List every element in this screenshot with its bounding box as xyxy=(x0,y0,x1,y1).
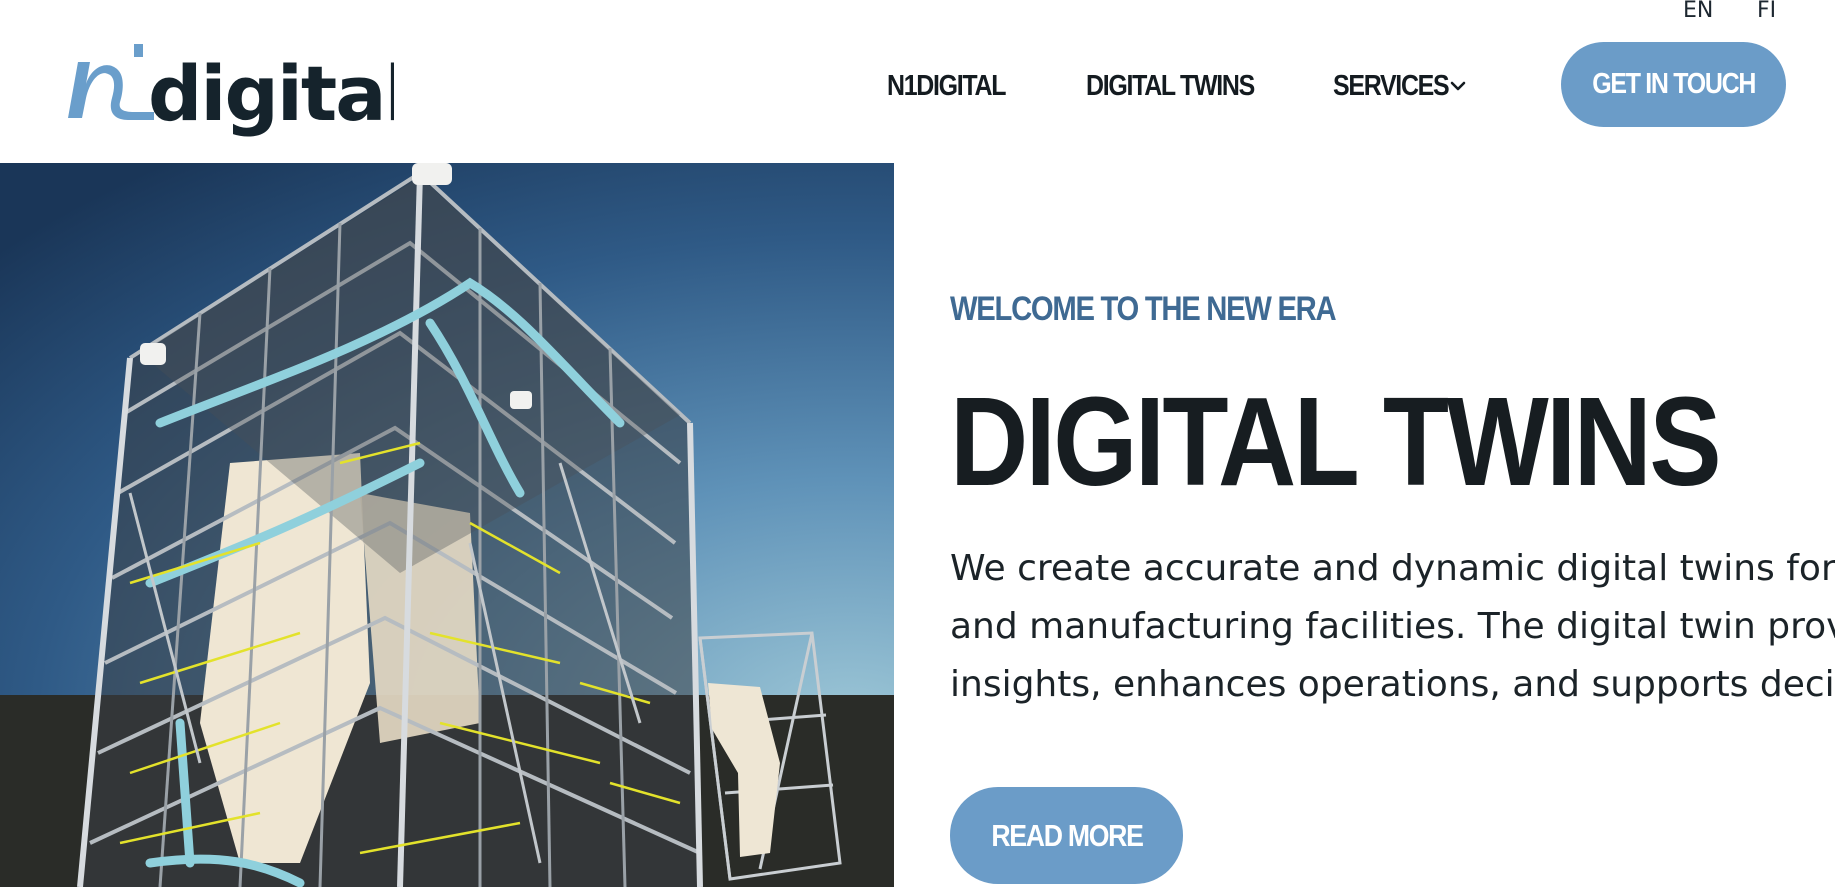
hero-title: DIGITAL TWINS xyxy=(950,371,1722,512)
svg-text:digital: digital xyxy=(148,49,394,138)
hero-description-line: and manufacturing facilities. The digita… xyxy=(950,606,1835,647)
n1digital-logo[interactable]: digital xyxy=(64,40,394,140)
site-header: EN FI digital N1DIGITAL DIGITAL TWINS SE… xyxy=(0,0,1835,163)
language-fi-link[interactable]: FI xyxy=(1757,0,1776,22)
hero-image-industrial-plant xyxy=(0,163,894,887)
nav-item-label: DIGITAL TWINS xyxy=(1086,69,1255,102)
nav-item-digital-twins[interactable]: DIGITAL TWINS xyxy=(1086,66,1281,106)
hero-eyebrow: WELCOME TO THE NEW ERA xyxy=(950,290,1337,328)
nav-item-label: SERVICES xyxy=(1333,69,1450,102)
get-in-touch-button[interactable]: GET IN TOUCH xyxy=(1561,42,1786,127)
read-more-button[interactable]: READ MORE xyxy=(950,787,1183,884)
read-more-label: READ MORE xyxy=(990,817,1144,853)
get-in-touch-label: GET IN TOUCH xyxy=(1592,68,1756,100)
chevron-down-icon[interactable] xyxy=(1448,76,1468,96)
language-en-link[interactable]: EN xyxy=(1683,0,1713,22)
hero-description-line: insights, enhances operations, and suppo… xyxy=(950,664,1835,705)
hero-description: We create accurate and dynamic digital t… xyxy=(950,540,1835,714)
nav-item-n1digital[interactable]: N1DIGITAL xyxy=(887,66,1024,106)
nav-item-label: N1DIGITAL xyxy=(887,69,1006,102)
hero-description-line: We create accurate and dynamic digital t… xyxy=(950,548,1835,589)
logo-graphic: digital xyxy=(68,44,394,138)
